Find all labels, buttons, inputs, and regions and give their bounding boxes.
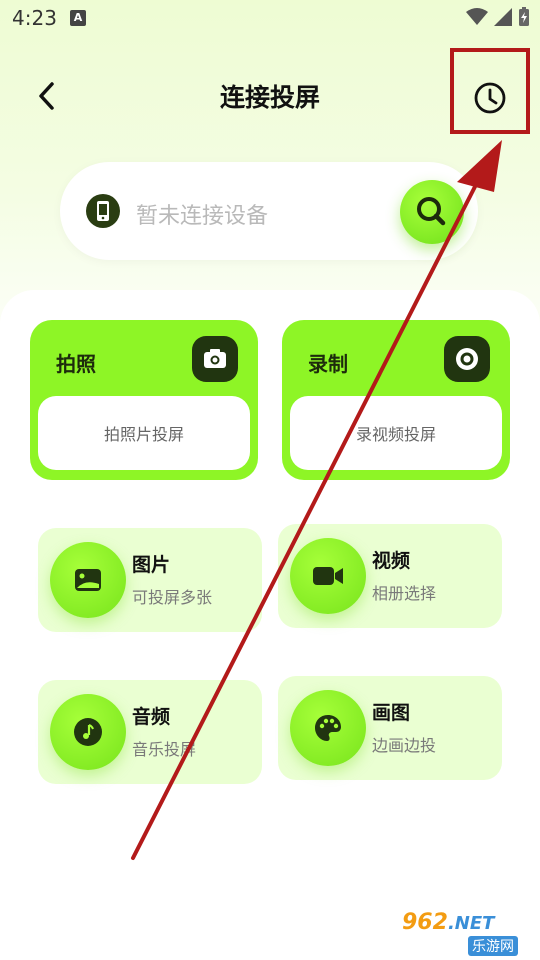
tile-audio-subtitle: 音乐投屏 [132, 740, 197, 759]
tile-video-subtitle: 相册选择 [372, 584, 437, 603]
search-placeholder: 暂未连接设备 [136, 204, 269, 229]
watermark-brand: 962.NET [402, 910, 495, 935]
record-card-title: 录制 [308, 352, 348, 376]
tile-draw[interactable]: 画图 边画边投 [278, 676, 502, 780]
status-time: 4:23 [12, 6, 57, 30]
tile-draw-title: 画图 [372, 702, 411, 724]
wifi-icon [466, 8, 488, 25]
site-watermark: 962.NET 乐游网 [402, 910, 536, 956]
watermark-site: 乐游网 [468, 936, 518, 956]
battery-icon [519, 7, 529, 26]
palette-icon [290, 690, 366, 766]
notification-icon: A [70, 10, 86, 26]
tile-video-title: 视频 [372, 550, 411, 572]
annotation-highlight-box [450, 48, 530, 134]
signal-icon [494, 8, 512, 26]
record-cast-action: 录视频投屏 [290, 396, 502, 470]
phone-device-icon [86, 194, 120, 228]
tile-image[interactable]: 图片 可投屏多张 [38, 528, 262, 632]
image-icon [50, 542, 126, 618]
tile-image-title: 图片 [132, 554, 171, 576]
tile-image-subtitle: 可投屏多张 [132, 588, 213, 607]
status-bar: 4:23 A [0, 0, 540, 36]
tile-draw-subtitle: 边画边投 [372, 736, 437, 755]
camera-icon [192, 336, 238, 382]
status-icons [466, 6, 530, 28]
music-note-icon [50, 694, 126, 770]
main-panel: 拍照 拍照片投屏 录制 录视频投屏 图片 可投屏多张 视频 相册选择 音频 音乐… [0, 290, 540, 960]
photo-cast-action: 拍照片投屏 [38, 396, 250, 470]
photo-cast-card[interactable]: 拍照 拍照片投屏 [30, 320, 258, 480]
record-cast-card[interactable]: 录制 录视频投屏 [282, 320, 510, 480]
tile-audio-title: 音频 [132, 706, 171, 728]
record-icon [444, 336, 490, 382]
device-search-bar[interactable]: 暂未连接设备 [60, 162, 478, 260]
search-icon [417, 197, 446, 226]
search-button[interactable] [400, 180, 464, 244]
tile-video[interactable]: 视频 相册选择 [278, 524, 502, 628]
video-camera-icon [290, 538, 366, 614]
photo-card-title: 拍照 [56, 352, 96, 376]
tile-audio[interactable]: 音频 音乐投屏 [38, 680, 262, 784]
